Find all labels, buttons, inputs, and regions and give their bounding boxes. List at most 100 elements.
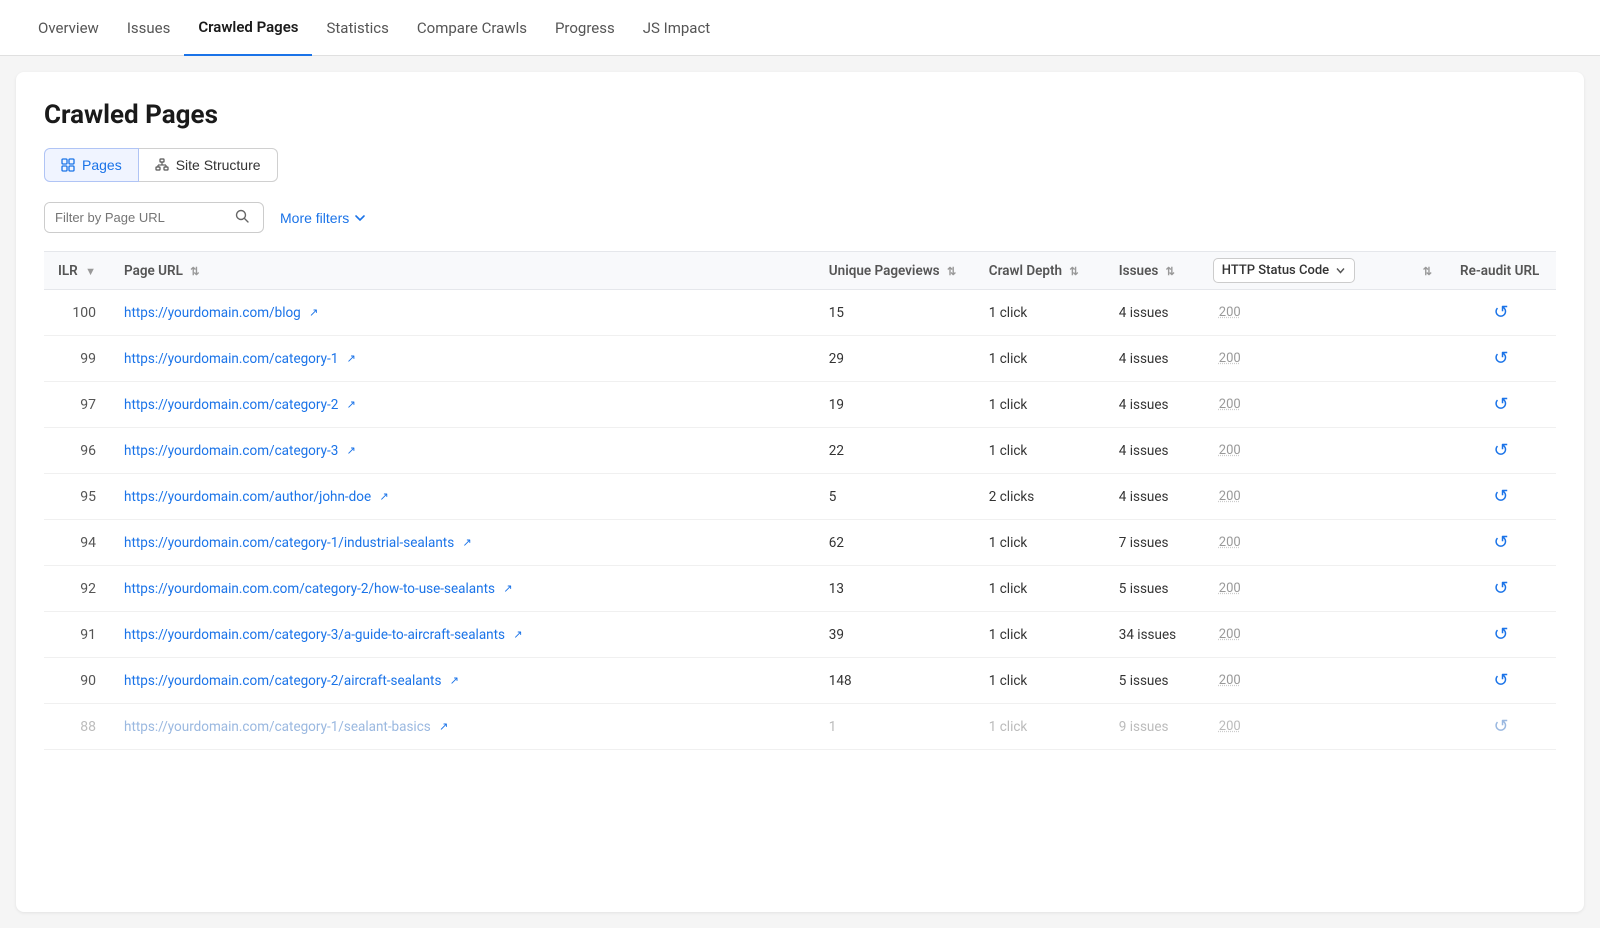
ilr-cell-3: 96	[44, 428, 110, 474]
url-cell-8: https://yourdomain.com/category-2/aircra…	[110, 658, 815, 704]
crawl-depth-sort-icon: ⇅	[1069, 265, 1078, 278]
pageviews-cell-3: 22	[815, 428, 975, 474]
page-url-link-1[interactable]: https://yourdomain.com/category-1	[124, 351, 338, 367]
ilr-cell-8: 90	[44, 658, 110, 704]
reaudit-button-8[interactable]: ↺	[1493, 670, 1508, 691]
url-cell-2: https://yourdomain.com/category-2 ↗	[110, 382, 815, 428]
nav-item-compare-crawls[interactable]: Compare Crawls	[403, 1, 541, 55]
more-filters-button[interactable]: More filters	[280, 210, 366, 226]
sort-extra-cell-7	[1405, 612, 1446, 658]
reaudit-button-6[interactable]: ↺	[1493, 578, 1508, 599]
crawled-pages-table: ILR ▼ Page URL ⇅ Unique Pageviews ⇅ Craw…	[44, 251, 1556, 750]
issues-cell-4: 4 issues	[1105, 474, 1205, 520]
table-row: 97 https://yourdomain.com/category-2 ↗ 1…	[44, 382, 1556, 428]
ilr-cell-7: 91	[44, 612, 110, 658]
site-structure-view-button[interactable]: Site Structure	[139, 148, 278, 182]
issues-cell-3: 4 issues	[1105, 428, 1205, 474]
page-url-link-8[interactable]: https://yourdomain.com/category-2/aircra…	[124, 673, 441, 689]
reaudit-button-5[interactable]: ↺	[1493, 532, 1508, 553]
pages-view-label: Pages	[82, 157, 122, 173]
search-icon	[235, 209, 249, 223]
page-url-sort-icon: ⇅	[190, 265, 199, 278]
table-body: 100 https://yourdomain.com/blog ↗ 15 1 c…	[44, 290, 1556, 750]
nav-item-overview[interactable]: Overview	[24, 1, 113, 55]
external-link-icon-3: ↗	[347, 444, 356, 457]
reaudit-button-9[interactable]: ↺	[1493, 716, 1508, 737]
site-structure-icon	[155, 158, 169, 172]
url-cell-3: https://yourdomain.com/category-3 ↗	[110, 428, 815, 474]
pages-view-button[interactable]: Pages	[44, 148, 139, 182]
page-url-link-3[interactable]: https://yourdomain.com/category-3	[124, 443, 338, 459]
reaudit-button-3[interactable]: ↺	[1493, 440, 1508, 461]
table-row: 88 https://yourdomain.com/category-1/sea…	[44, 704, 1556, 750]
nav-item-crawled-pages[interactable]: Crawled Pages	[184, 0, 312, 56]
ilr-cell-9: 88	[44, 704, 110, 750]
filter-input[interactable]	[45, 203, 225, 232]
pages-icon	[61, 158, 75, 172]
http-status-dropdown[interactable]: HTTP Status Code	[1213, 258, 1355, 283]
depth-cell-6: 1 click	[975, 566, 1105, 612]
status-cell-4: 200	[1205, 474, 1405, 520]
col-header-issues[interactable]: Issues ⇅	[1105, 252, 1205, 290]
page-url-link-5[interactable]: https://yourdomain.com/category-1/indust…	[124, 535, 454, 551]
reaudit-cell-4: ↺	[1446, 474, 1556, 520]
issues-cell-8: 5 issues	[1105, 658, 1205, 704]
page-url-link-4[interactable]: https://yourdomain.com/author/john-doe	[124, 489, 371, 505]
table-row: 96 https://yourdomain.com/category-3 ↗ 2…	[44, 428, 1556, 474]
nav-item-issues[interactable]: Issues	[113, 1, 185, 55]
reaudit-button-2[interactable]: ↺	[1493, 394, 1508, 415]
pageviews-cell-1: 29	[815, 336, 975, 382]
depth-cell-9: 1 click	[975, 704, 1105, 750]
reaudit-button-4[interactable]: ↺	[1493, 486, 1508, 507]
sort-extra-cell-0	[1405, 290, 1446, 336]
page-url-link-9[interactable]: https://yourdomain.com/category-1/sealan…	[124, 719, 431, 735]
nav-item-statistics[interactable]: Statistics	[312, 1, 402, 55]
reaudit-button-0[interactable]: ↺	[1493, 302, 1508, 323]
external-link-icon-5: ↗	[463, 536, 472, 549]
top-nav: Overview Issues Crawled Pages Statistics…	[0, 0, 1600, 56]
external-link-icon-6: ↗	[503, 582, 512, 595]
page-url-link-6[interactable]: https://yourdomain.com.com/category-2/ho…	[124, 581, 495, 597]
pageviews-cell-6: 13	[815, 566, 975, 612]
status-cell-3: 200	[1205, 428, 1405, 474]
col-header-unique-pageviews[interactable]: Unique Pageviews ⇅	[815, 252, 975, 290]
status-cell-9: 200	[1205, 704, 1405, 750]
reaudit-button-1[interactable]: ↺	[1493, 348, 1508, 369]
col-header-http-status[interactable]: HTTP Status Code	[1205, 252, 1405, 290]
page-url-link-2[interactable]: https://yourdomain.com/category-2	[124, 397, 338, 413]
nav-item-progress[interactable]: Progress	[541, 1, 629, 55]
table-header-row: ILR ▼ Page URL ⇅ Unique Pageviews ⇅ Craw…	[44, 252, 1556, 290]
http-extra-sort-icon: ⇅	[1423, 265, 1432, 278]
external-link-icon-8: ↗	[450, 674, 459, 687]
http-status-label: HTTP Status Code	[1222, 263, 1329, 278]
issues-cell-9: 9 issues	[1105, 704, 1205, 750]
pageviews-cell-8: 148	[815, 658, 975, 704]
filter-row: More filters	[44, 202, 1556, 233]
reaudit-cell-6: ↺	[1446, 566, 1556, 612]
url-cell-4: https://yourdomain.com/author/john-doe ↗	[110, 474, 815, 520]
issues-cell-0: 4 issues	[1105, 290, 1205, 336]
url-cell-7: https://yourdomain.com/category-3/a-guid…	[110, 612, 815, 658]
http-dropdown-chevron	[1335, 265, 1346, 276]
status-cell-5: 200	[1205, 520, 1405, 566]
reaudit-cell-0: ↺	[1446, 290, 1556, 336]
col-header-sort-extra[interactable]: ⇅	[1405, 252, 1446, 290]
col-header-crawl-depth[interactable]: Crawl Depth ⇅	[975, 252, 1105, 290]
issues-cell-5: 7 issues	[1105, 520, 1205, 566]
status-cell-1: 200	[1205, 336, 1405, 382]
col-header-ilr[interactable]: ILR ▼	[44, 252, 110, 290]
ilr-cell-0: 100	[44, 290, 110, 336]
filter-search-button[interactable]	[225, 203, 259, 232]
reaudit-button-7[interactable]: ↺	[1493, 624, 1508, 645]
col-header-page-url[interactable]: Page URL ⇅	[110, 252, 815, 290]
sort-extra-cell-3	[1405, 428, 1446, 474]
nav-item-js-impact[interactable]: JS Impact	[629, 1, 724, 55]
page-url-link-0[interactable]: https://yourdomain.com/blog	[124, 305, 301, 321]
page-url-link-7[interactable]: https://yourdomain.com/category-3/a-guid…	[124, 627, 505, 643]
issues-cell-1: 4 issues	[1105, 336, 1205, 382]
table-row: 92 https://yourdomain.com.com/category-2…	[44, 566, 1556, 612]
ilr-sort-icon: ▼	[85, 265, 96, 278]
view-toggle: Pages Site Structure	[44, 148, 1556, 182]
sort-extra-cell-4	[1405, 474, 1446, 520]
status-cell-6: 200	[1205, 566, 1405, 612]
